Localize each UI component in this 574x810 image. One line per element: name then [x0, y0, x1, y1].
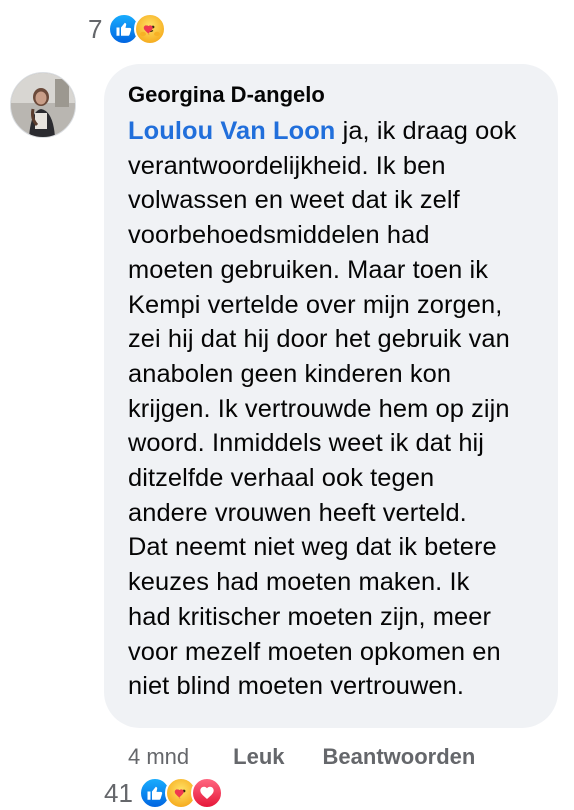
reaction-icons [138, 777, 223, 809]
mention-link[interactable]: Loulou Van Loon [128, 117, 335, 145]
like-button[interactable]: Leuk [233, 744, 284, 770]
comment-line: anabolen geen kinderen kon [128, 359, 452, 388]
comment-line: had kritischer moeten zijn, meer [128, 602, 492, 631]
comment-line: niet blind moeten vertrouwen. [128, 672, 464, 701]
comment-line: andere vrouwen heeft verteld. [128, 498, 467, 527]
comment-line: krijgen. Ik vertrouwde hem op zijn [128, 394, 510, 423]
comment-timestamp[interactable]: 4 mnd [128, 744, 189, 770]
comment-line: verantwoordelijkheid. Ik ben [128, 151, 446, 180]
care-icon [134, 13, 167, 45]
comment-line: Kempi vertelde over mijn zorgen, [128, 290, 503, 319]
comment-line: volwassen en weet dat ik zelf [128, 186, 460, 215]
comment-line: keuzes had moeten maken. Ik [128, 568, 470, 597]
avatar[interactable] [10, 72, 76, 138]
avatar-photo [11, 73, 75, 137]
comment-actions: 4 mnd Leuk Beantwoorden [128, 740, 475, 774]
comment-bubble: Georgina D-angelo Loulou Van Loon ja, ik… [104, 64, 558, 728]
comment-author[interactable]: Georgina D-angelo [128, 80, 534, 110]
comment-line: voor mezelf moeten opkomen en [128, 637, 501, 666]
reaction-count: 7 [88, 13, 103, 44]
reaction-summary-bottom[interactable]: 41 [104, 776, 223, 810]
comment-line: Dat neemt niet weg dat ik betere [128, 533, 497, 562]
comment-line: ditzelfde verhaal ook tegen [128, 464, 435, 493]
love-icon [190, 777, 223, 809]
comment-line: moeten gebruiken. Maar toen ik [128, 255, 489, 284]
reply-button[interactable]: Beantwoorden [323, 744, 476, 770]
comment-line: voorbehoedsmiddelen had [128, 221, 430, 250]
comment-line: Loulou Van Loon ja, ik draag ook [128, 114, 534, 149]
comment-text: Loulou Van Loon ja, ik draag ook verantw… [128, 114, 534, 704]
reaction-summary-top[interactable]: 7 [88, 12, 167, 46]
comment-line: zei hij dat hij door het gebruik van [128, 325, 510, 354]
comment-line-text: ja, ik draag ook [335, 117, 517, 145]
comment-line: woord. Inmiddels weet ik dat hij [128, 429, 485, 458]
reaction-count: 41 [104, 777, 133, 808]
reaction-icons [108, 13, 167, 45]
